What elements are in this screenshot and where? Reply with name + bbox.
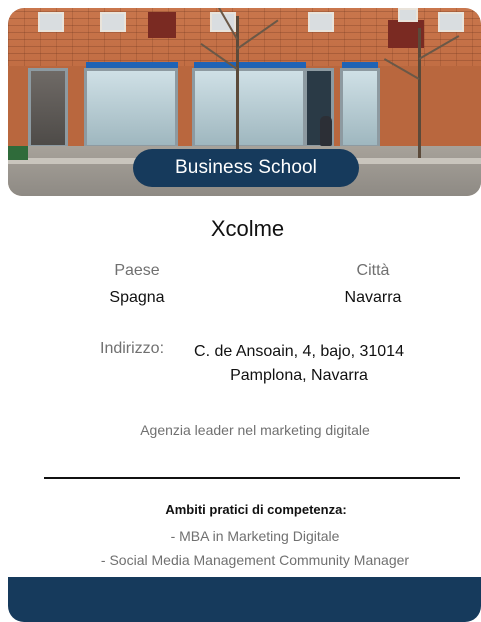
building-window xyxy=(308,12,334,32)
building-window xyxy=(398,8,418,22)
shop-window xyxy=(340,68,380,148)
city-value: Navarra xyxy=(344,289,402,306)
pedestrian xyxy=(320,116,332,146)
address-line-1: C. de Ansoain, 4, bajo, 31014 xyxy=(194,343,404,360)
category-badge: Business School xyxy=(133,149,359,187)
shop-window xyxy=(84,68,178,148)
building-window xyxy=(438,12,464,32)
address-value: C. de Ansoain, 4, bajo, 31014 Pamplona, … xyxy=(174,340,424,388)
company-description: Agenzia leader nel marketing digitale xyxy=(140,422,370,438)
city-label: Città xyxy=(356,262,390,279)
address-line-2: Pamplona, Navarra xyxy=(230,367,368,384)
competence-title: Ambiti pratici di competenza: xyxy=(165,502,347,517)
garage-door xyxy=(28,68,68,148)
address-label: Indirizzo: xyxy=(100,340,165,357)
country-value: Spagna xyxy=(109,289,165,306)
competence-item: - MBA in Marketing Digitale xyxy=(170,528,340,544)
competence-item: - Social Media Management Community Mana… xyxy=(100,552,410,568)
bench xyxy=(8,146,28,160)
card-footer[interactable] xyxy=(8,577,481,622)
building-window xyxy=(100,12,126,32)
country-label: Paese xyxy=(114,262,160,279)
school-card: Business School Xcolme Paese Spagna Citt… xyxy=(8,8,481,622)
company-name: Xcolme xyxy=(210,216,285,241)
tree-trunk xyxy=(418,28,421,158)
shop-window xyxy=(192,68,306,148)
balcony xyxy=(148,12,176,38)
divider xyxy=(44,477,460,479)
storefront-photo: Business School xyxy=(8,8,481,196)
building-window xyxy=(38,12,64,32)
competence-list: - MBA in Marketing Digitale - Social Med… xyxy=(8,524,481,572)
